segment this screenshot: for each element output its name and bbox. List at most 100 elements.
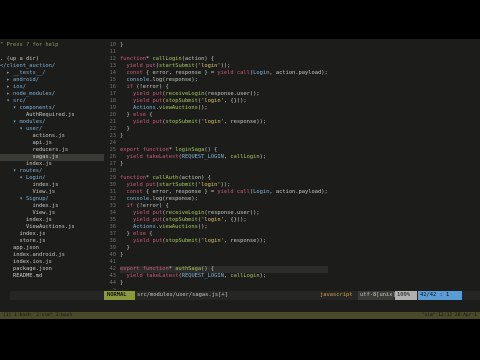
tree-dir-item[interactable]: ▾ user/ [0, 126, 104, 133]
tmux-status-bar: [1] 1:bash- 2:vim* 3:bash "vim" 12:12 28… [0, 312, 480, 319]
position-badge: 42/42 : 1 [418, 291, 462, 300]
code-line[interactable]: yield put(startSubmit('login')); [120, 182, 328, 189]
tree-file-item[interactable] [0, 49, 104, 56]
code-line[interactable]: } [120, 42, 328, 49]
tree-file-item[interactable]: . (up a dir) [0, 56, 104, 63]
file-name: src/modules/user/sagas.js[+] [137, 292, 228, 298]
tree-file-item[interactable]: index.js [0, 231, 104, 238]
line-number: 19 [109, 105, 117, 111]
line-number: 27 [109, 161, 117, 167]
line-number: 41 [109, 259, 117, 265]
line-number: 21 [109, 119, 117, 125]
tree-dir-item[interactable]: ▾ Login/ [0, 175, 104, 182]
tree-file-item[interactable]: actions.js [0, 133, 104, 140]
line-number: 43 [109, 273, 117, 279]
percent-badge: 100% [395, 291, 417, 300]
tree-file-item[interactable]: index.js [0, 182, 104, 189]
line-number: 16 [109, 84, 117, 90]
line-number: 36 [109, 224, 117, 230]
tmux-windows[interactable]: [1] 1:bash- 2:vim* 3:bash [3, 312, 72, 319]
line-number: 11 [109, 49, 117, 55]
tree-file-item[interactable]: api.js [0, 140, 104, 147]
code-line[interactable]: yield put(receiveLogin(response.user)); [120, 91, 328, 98]
tree-file-item[interactable] [0, 280, 104, 287]
code-line[interactable]: Actions.viewAuctions(); [120, 224, 328, 231]
tree-dir-item[interactable]: ▾ modules/ [0, 119, 104, 126]
tree-file-item[interactable]: package.json [0, 266, 104, 273]
code-line[interactable]: if (!error) { [120, 84, 328, 91]
code-line[interactable]: } [120, 245, 328, 252]
code-line[interactable]: console.log(response); [120, 77, 328, 84]
code-line[interactable] [120, 49, 328, 56]
code-line[interactable]: export function* loginSaga() { [120, 147, 328, 154]
code-line[interactable]: if (!error) { [120, 203, 328, 210]
code-line[interactable]: } [120, 252, 328, 259]
vim-command-line[interactable] [0, 300, 480, 312]
terminal-screen: " Press ? for help . (up a dir) </client_a… [0, 39, 480, 312]
code-line[interactable]: } [120, 161, 328, 168]
code-line[interactable]: } else { [120, 231, 328, 238]
code-line[interactable]: } [120, 133, 328, 140]
tree-file-item[interactable]: README.md [0, 273, 104, 280]
line-number: 12 [109, 56, 117, 62]
tree-file-item[interactable]: store.js [0, 238, 104, 245]
code-line[interactable]: const { error, response } = yield call(L… [120, 70, 328, 77]
line-number: 32 [109, 196, 117, 202]
tree-dir-item[interactable]: ▸ android/ [0, 77, 104, 84]
code-editor[interactable]: 10 11 12 13 14 15 16 17 18 19 20 21 22 23 24 25 26 27 28 29… [104, 42, 480, 291]
line-number: 40 [109, 252, 117, 258]
line-number: 13 [109, 63, 117, 69]
code-line[interactable]: } [120, 280, 328, 287]
line-number: 30 [109, 182, 117, 188]
code-line[interactable] [120, 168, 328, 175]
nerdtree-sidebar[interactable]: " Press ? for help . (up a dir) </client_a… [0, 42, 104, 291]
code-line[interactable]: console.log(response); [120, 196, 328, 203]
tree-file-item[interactable]: ViewAuctions.js [0, 224, 104, 231]
code-line[interactable]: yield put(stopSubmit('login', {})); [120, 217, 328, 224]
line-number: 14 [109, 70, 117, 76]
tree-dir-item[interactable]: ▾ Signup/ [0, 196, 104, 203]
line-number: 29 [109, 175, 117, 181]
tree-file-item[interactable]: index.js [0, 203, 104, 210]
tree-dir-item[interactable]: ▸ ios/ [0, 84, 104, 91]
tree-file-item[interactable]: sagas.js [0, 154, 104, 161]
code-line[interactable]: Actions.viewAuctions(); [120, 105, 328, 112]
tree-file-item[interactable]: View.js [0, 189, 104, 196]
code-line[interactable]: function* callAuth(action) { [120, 175, 328, 182]
line-number: 28 [109, 168, 117, 174]
line-number: 26 [109, 154, 117, 160]
tree-file-item[interactable]: app.json [0, 245, 104, 252]
tree-file-item[interactable]: index.android.js [0, 252, 104, 259]
line-number: 34 [109, 210, 117, 216]
code-line-current[interactable]: export function* authSaga() { [120, 266, 328, 273]
code-line[interactable]: yield put(stopSubmit('login', {})); [120, 98, 328, 105]
tree-file-item[interactable]: reducers.js [0, 147, 104, 154]
vim-statusline: NORMAL src/modules/user/sagas.js[+] java… [0, 291, 480, 300]
mode-badge: NORMAL [104, 291, 135, 300]
code-line[interactable]: yield put(stopSubmit('login', response))… [120, 119, 328, 126]
code-line[interactable]: yield put(stopSubmit('login', response))… [120, 238, 328, 245]
tree-dir-item[interactable]: ▸ __tests__/ [0, 70, 104, 77]
tree-file-item[interactable]: index.js [0, 161, 104, 168]
tree-dir-item[interactable]: ▾ src/ [0, 98, 104, 105]
tree-dir-item[interactable]: ▸ node_modules/ [0, 91, 104, 98]
code-line[interactable] [120, 140, 328, 147]
code-line[interactable]: yield takeLatest(REQUEST_LOGIN, callLogi… [120, 154, 328, 161]
code-line[interactable]: yield takeLatest(REQUEST_LOGIN, callLogi… [120, 273, 328, 280]
code-line[interactable]: yield put(startSubmit('login')); [120, 63, 328, 70]
code-line[interactable]: } [120, 126, 328, 133]
code-line[interactable]: function* callLogin(action) { [120, 56, 328, 63]
tree-dir-item[interactable]: ▾ components/ [0, 105, 104, 112]
code-area[interactable]: } function* callLogin(action) { yield put… [120, 42, 328, 291]
tree-file-item[interactable]: index.js [0, 217, 104, 224]
line-number: 33 [109, 203, 117, 209]
code-line[interactable]: } else { [120, 112, 328, 119]
code-line[interactable] [120, 259, 328, 266]
tree-dir-item[interactable]: ▾ routes/ [0, 168, 104, 175]
code-line[interactable]: yield put(receiveLogin(response.user)); [120, 210, 328, 217]
code-line[interactable]: const { error, response } = yield call(L… [120, 189, 328, 196]
tree-file-item[interactable]: AuthRequired.js [0, 112, 104, 119]
tree-file-item[interactable]: index.ios.js [0, 259, 104, 266]
tree-file-item[interactable]: View.js [0, 210, 104, 217]
tree-dir-item[interactable]: </client_auction/ [0, 63, 104, 70]
